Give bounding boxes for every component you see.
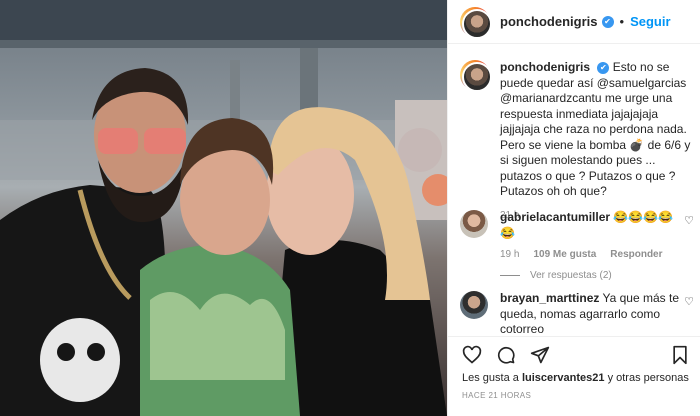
likes-summary: Les gusta a luiscervantes21 y otras pers… xyxy=(462,372,689,384)
comment-username[interactable]: gabrielacantumiller xyxy=(500,210,610,224)
post-header: ponchodenigris ✔ • Seguir xyxy=(448,0,700,44)
caption: ponchodenigris ✔ Esto no se puede quedar… xyxy=(460,60,696,221)
verified-badge-icon: ✔ xyxy=(601,15,614,28)
share-icon[interactable] xyxy=(530,345,550,365)
comment-text-block: brayan_marttinez Ya que más te queda, no… xyxy=(500,291,680,335)
action-icons xyxy=(462,345,550,365)
separator-dot: • xyxy=(619,14,625,29)
comment-meta: 19 h 109 Me gusta Responder xyxy=(500,249,696,260)
replies-divider xyxy=(500,275,520,276)
comment-likes[interactable]: 109 Me gusta xyxy=(533,249,596,260)
view-replies-link[interactable]: Ver respuestas (2) xyxy=(500,270,696,281)
likes-prefix: Les gusta a xyxy=(462,372,519,384)
avatar[interactable] xyxy=(460,6,492,39)
comment-icon[interactable] xyxy=(496,345,516,365)
reply-button[interactable]: Responder xyxy=(610,249,662,260)
author-username[interactable]: ponchodenigris xyxy=(500,14,598,29)
post-timestamp[interactable]: HACE 21 HORAS xyxy=(462,391,531,400)
comments-section[interactable]: ponchodenigris ✔ Esto no se puede quedar… xyxy=(448,60,700,335)
likes-suffix[interactable]: y otras personas xyxy=(608,372,689,384)
commenter-avatar[interactable] xyxy=(460,210,488,238)
commenter-avatar[interactable] xyxy=(460,291,488,319)
comment-like-icon[interactable]: ♡ xyxy=(684,214,694,227)
follow-button[interactable]: Seguir xyxy=(630,14,670,29)
caption-avatar[interactable] xyxy=(460,60,492,92)
caption-text-block: ponchodenigris ✔ Esto no se puede quedar… xyxy=(500,60,696,200)
likes-user[interactable]: luiscervantes21 xyxy=(522,372,605,384)
comment-username[interactable]: brayan_marttinez xyxy=(500,291,599,305)
caption-username[interactable]: ponchodenigris xyxy=(500,60,590,74)
photo-illustration xyxy=(0,0,447,416)
view-replies-label[interactable]: Ver respuestas (2) xyxy=(530,270,612,281)
comment-text-block: gabrielacantumiller 😂😂😂😂😂 xyxy=(500,210,680,241)
caption-verified-icon: ✔ xyxy=(597,62,610,74)
heart-icon[interactable] xyxy=(462,345,482,365)
comment-like-icon[interactable]: ♡ xyxy=(684,295,694,308)
comment-age[interactable]: 19 h xyxy=(500,249,519,260)
post-actions-bar: Les gusta a luiscervantes21 y otras pers… xyxy=(448,336,700,416)
comment-item: gabrielacantumiller 😂😂😂😂😂 ♡ 19 h 109 Me … xyxy=(460,210,696,281)
bookmark-icon[interactable] xyxy=(671,345,689,365)
post-side-panel: ponchodenigris ✔ • Seguir ponchodenigris… xyxy=(447,0,700,416)
post-photo[interactable] xyxy=(0,0,447,416)
comment-item: brayan_marttinez Ya que más te queda, no… xyxy=(460,291,696,335)
caption-text: Esto no se puede quedar así @samuelgarci… xyxy=(500,60,691,198)
